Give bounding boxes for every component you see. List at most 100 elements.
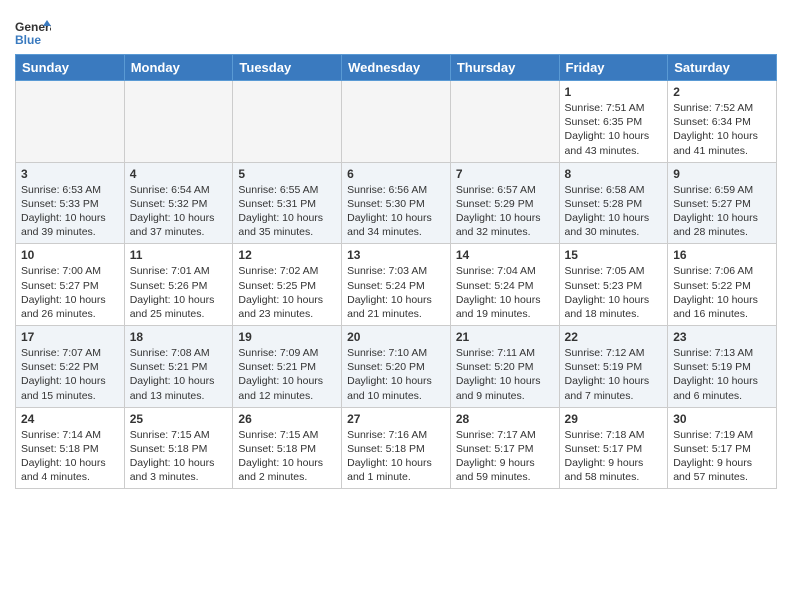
calendar-day-cell: 27 Sunrise: 7:16 AM Sunset: 5:18 PM Dayli… <box>342 407 451 489</box>
day-info: Sunrise: 7:51 AM Sunset: 6:35 PM Dayligh… <box>565 102 650 157</box>
weekday-header-wednesday: Wednesday <box>342 55 451 81</box>
logo-icon: General Blue <box>15 18 51 48</box>
day-number: 18 <box>130 330 228 344</box>
day-info: Sunrise: 7:18 AM Sunset: 5:17 PM Dayligh… <box>565 429 645 484</box>
weekday-header-thursday: Thursday <box>450 55 559 81</box>
calendar-day-cell: 24Sunrise: 7:14 AM Sunset: 5:18 PM Dayli… <box>16 407 125 489</box>
day-info: Sunrise: 7:15 AM Sunset: 5:18 PM Dayligh… <box>238 429 323 484</box>
day-number: 6 <box>347 167 445 181</box>
day-info: Sunrise: 6:56 AM Sunset: 5:30 PM Dayligh… <box>347 184 432 239</box>
page-header: General Blue <box>15 10 777 48</box>
day-info: Sunrise: 7:17 AM Sunset: 5:17 PM Dayligh… <box>456 429 536 484</box>
calendar-table: SundayMondayTuesdayWednesdayThursdayFrid… <box>15 54 777 489</box>
day-number: 10 <box>21 248 119 262</box>
weekday-header-monday: Monday <box>124 55 233 81</box>
day-info: Sunrise: 6:55 AM Sunset: 5:31 PM Dayligh… <box>238 184 323 239</box>
day-number: 28 <box>456 412 554 426</box>
day-number: 2 <box>673 85 771 99</box>
day-info: Sunrise: 7:16 AM Sunset: 5:18 PM Dayligh… <box>347 429 432 484</box>
calendar-week-row: 10 Sunrise: 7:00 AM Sunset: 5:27 PM Dayli… <box>16 244 777 326</box>
day-info: Sunrise: 7:19 AM Sunset: 5:17 PM Dayligh… <box>673 429 753 484</box>
calendar-day-cell: 17Sunrise: 7:07 AM Sunset: 5:22 PM Dayli… <box>16 326 125 408</box>
day-number: 16 <box>673 248 771 262</box>
calendar-day-cell: 25 Sunrise: 7:15 AM Sunset: 5:18 PM Dayli… <box>124 407 233 489</box>
calendar-day-cell: 9Sunrise: 6:59 AM Sunset: 5:27 PM Daylig… <box>668 162 777 244</box>
calendar-day-cell: 1 Sunrise: 7:51 AM Sunset: 6:35 PM Daylig… <box>559 81 668 163</box>
calendar-day-cell: 14Sunrise: 7:04 AM Sunset: 5:24 PM Dayli… <box>450 244 559 326</box>
day-info: Sunrise: 7:10 AM Sunset: 5:20 PM Dayligh… <box>347 347 432 402</box>
calendar-day-cell <box>124 81 233 163</box>
calendar-day-cell: 29 Sunrise: 7:18 AM Sunset: 5:17 PM Dayli… <box>559 407 668 489</box>
day-info: Sunrise: 7:13 AM Sunset: 5:19 PM Dayligh… <box>673 347 758 402</box>
day-number: 26 <box>238 412 336 426</box>
calendar-day-cell: 23 Sunrise: 7:13 AM Sunset: 5:19 PM Dayli… <box>668 326 777 408</box>
calendar-day-cell: 16 Sunrise: 7:06 AM Sunset: 5:22 PM Dayli… <box>668 244 777 326</box>
svg-text:General: General <box>15 20 51 34</box>
day-info: Sunrise: 7:15 AM Sunset: 5:18 PM Dayligh… <box>130 429 215 484</box>
weekday-header-saturday: Saturday <box>668 55 777 81</box>
day-number: 23 <box>673 330 771 344</box>
calendar-day-cell: 3 Sunrise: 6:53 AM Sunset: 5:33 PM Daylig… <box>16 162 125 244</box>
calendar-day-cell: 18 Sunrise: 7:08 AM Sunset: 5:21 PM Dayli… <box>124 326 233 408</box>
calendar-day-cell: 4Sunrise: 6:54 AM Sunset: 5:32 PM Daylig… <box>124 162 233 244</box>
day-info: Sunrise: 6:59 AM Sunset: 5:27 PM Dayligh… <box>673 184 758 239</box>
calendar-day-cell <box>233 81 342 163</box>
day-number: 25 <box>130 412 228 426</box>
day-info: Sunrise: 7:08 AM Sunset: 5:21 PM Dayligh… <box>130 347 215 402</box>
calendar-day-cell <box>16 81 125 163</box>
calendar-week-row: 17Sunrise: 7:07 AM Sunset: 5:22 PM Dayli… <box>16 326 777 408</box>
calendar-day-cell: 13Sunrise: 7:03 AM Sunset: 5:24 PM Dayli… <box>342 244 451 326</box>
day-number: 29 <box>565 412 663 426</box>
calendar-day-cell: 7Sunrise: 6:57 AM Sunset: 5:29 PM Daylig… <box>450 162 559 244</box>
day-number: 1 <box>565 85 663 99</box>
calendar-day-cell: 2 Sunrise: 7:52 AM Sunset: 6:34 PM Daylig… <box>668 81 777 163</box>
calendar-day-cell: 5 Sunrise: 6:55 AM Sunset: 5:31 PM Daylig… <box>233 162 342 244</box>
calendar-day-cell: 28 Sunrise: 7:17 AM Sunset: 5:17 PM Dayli… <box>450 407 559 489</box>
day-number: 7 <box>456 167 554 181</box>
day-info: Sunrise: 7:04 AM Sunset: 5:24 PM Dayligh… <box>456 265 541 320</box>
day-info: Sunrise: 7:14 AM Sunset: 5:18 PM Dayligh… <box>21 429 106 484</box>
calendar-day-cell: 10 Sunrise: 7:00 AM Sunset: 5:27 PM Dayli… <box>16 244 125 326</box>
logo: General Blue <box>15 18 51 48</box>
calendar-day-cell: 19Sunrise: 7:09 AM Sunset: 5:21 PM Dayli… <box>233 326 342 408</box>
calendar-day-cell: 6 Sunrise: 6:56 AM Sunset: 5:30 PM Daylig… <box>342 162 451 244</box>
day-info: Sunrise: 6:53 AM Sunset: 5:33 PM Dayligh… <box>21 184 106 239</box>
calendar-week-row: 1 Sunrise: 7:51 AM Sunset: 6:35 PM Daylig… <box>16 81 777 163</box>
day-info: Sunrise: 7:11 AM Sunset: 5:20 PM Dayligh… <box>456 347 541 402</box>
day-info: Sunrise: 7:00 AM Sunset: 5:27 PM Dayligh… <box>21 265 106 320</box>
calendar-day-cell: 22 Sunrise: 7:12 AM Sunset: 5:19 PM Dayli… <box>559 326 668 408</box>
calendar-week-row: 24Sunrise: 7:14 AM Sunset: 5:18 PM Dayli… <box>16 407 777 489</box>
day-number: 3 <box>21 167 119 181</box>
weekday-header-row: SundayMondayTuesdayWednesdayThursdayFrid… <box>16 55 777 81</box>
day-number: 30 <box>673 412 771 426</box>
day-info: Sunrise: 6:54 AM Sunset: 5:32 PM Dayligh… <box>130 184 215 239</box>
calendar-day-cell: 11 Sunrise: 7:01 AM Sunset: 5:26 PM Dayli… <box>124 244 233 326</box>
day-number: 20 <box>347 330 445 344</box>
calendar-day-cell <box>342 81 451 163</box>
day-number: 22 <box>565 330 663 344</box>
calendar-day-cell <box>450 81 559 163</box>
day-info: Sunrise: 7:06 AM Sunset: 5:22 PM Dayligh… <box>673 265 758 320</box>
calendar-day-cell: 26 Sunrise: 7:15 AM Sunset: 5:18 PM Dayli… <box>233 407 342 489</box>
day-info: Sunrise: 6:58 AM Sunset: 5:28 PM Dayligh… <box>565 184 650 239</box>
calendar-day-cell: 8Sunrise: 6:58 AM Sunset: 5:28 PM Daylig… <box>559 162 668 244</box>
calendar-day-cell: 30 Sunrise: 7:19 AM Sunset: 5:17 PM Dayli… <box>668 407 777 489</box>
day-info: Sunrise: 7:05 AM Sunset: 5:23 PM Dayligh… <box>565 265 650 320</box>
day-number: 11 <box>130 248 228 262</box>
day-info: Sunrise: 7:01 AM Sunset: 5:26 PM Dayligh… <box>130 265 215 320</box>
weekday-header-tuesday: Tuesday <box>233 55 342 81</box>
day-number: 21 <box>456 330 554 344</box>
day-info: Sunrise: 7:52 AM Sunset: 6:34 PM Dayligh… <box>673 102 758 157</box>
svg-text:Blue: Blue <box>15 33 41 47</box>
weekday-header-sunday: Sunday <box>16 55 125 81</box>
day-number: 27 <box>347 412 445 426</box>
calendar-day-cell: 21 Sunrise: 7:11 AM Sunset: 5:20 PM Dayli… <box>450 326 559 408</box>
calendar-day-cell: 12Sunrise: 7:02 AM Sunset: 5:25 PM Dayli… <box>233 244 342 326</box>
day-info: Sunrise: 7:12 AM Sunset: 5:19 PM Dayligh… <box>565 347 650 402</box>
day-info: Sunrise: 7:09 AM Sunset: 5:21 PM Dayligh… <box>238 347 323 402</box>
calendar-week-row: 3 Sunrise: 6:53 AM Sunset: 5:33 PM Daylig… <box>16 162 777 244</box>
calendar-day-cell: 15 Sunrise: 7:05 AM Sunset: 5:23 PM Dayli… <box>559 244 668 326</box>
weekday-header-friday: Friday <box>559 55 668 81</box>
day-number: 5 <box>238 167 336 181</box>
day-number: 15 <box>565 248 663 262</box>
